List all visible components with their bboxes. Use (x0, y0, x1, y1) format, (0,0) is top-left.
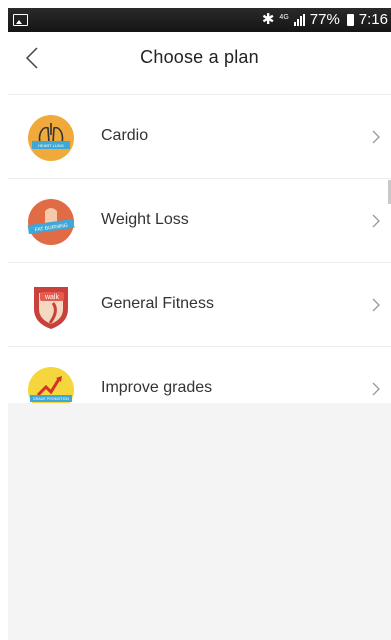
cardio-icon-text: HEART LUNG (38, 143, 64, 148)
status-bar: ✱ 4G 77% 7:16 (0, 0, 391, 33)
clock: 7:16 (358, 11, 388, 28)
chevron-right-icon (372, 214, 380, 228)
plan-list: HEART LUNG Cardio FAT BURNING Weight Los… (8, 94, 391, 431)
walk-icon-text: walk (44, 294, 60, 301)
network-type: 4G (279, 13, 289, 21)
status-bar-background: ✱ 4G 77% 7:16 (8, 8, 391, 32)
app-bar: Choose a plan (8, 33, 391, 83)
left-margin (0, 33, 8, 640)
plan-label-weight-loss: Weight Loss (101, 211, 189, 228)
bluetooth-icon: ✱ (261, 11, 275, 28)
battery-percent: 77% (309, 11, 340, 28)
plan-label-cardio: Cardio (101, 127, 149, 144)
signal-icon (293, 14, 305, 26)
battery-icon (346, 14, 354, 26)
fat-burning-icon: FAT BURNING (27, 199, 75, 245)
chevron-right-icon (372, 298, 380, 312)
heart-lung-icon: HEART LUNG (28, 115, 74, 161)
empty-area (8, 403, 391, 640)
status-indicators: ✱ 4G 77% 7:16 (262, 11, 388, 29)
gallery-notification-icon (13, 14, 28, 26)
chevron-right-icon (372, 382, 380, 396)
grades-icon-text: GRADE PROMOTION (33, 397, 69, 401)
plan-item-general-fitness[interactable]: walk General Fitness (8, 263, 391, 347)
plan-item-weight-loss[interactable]: FAT BURNING Weight Loss (8, 179, 391, 263)
page-title: Choose a plan (140, 47, 259, 67)
plan-item-cardio[interactable]: HEART LUNG Cardio (8, 95, 391, 179)
plan-label-general-fitness: General Fitness (101, 295, 214, 312)
walk-icon: walk (34, 287, 68, 329)
plan-label-improve-grades: Improve grades (101, 379, 213, 396)
chevron-right-icon (372, 130, 380, 144)
